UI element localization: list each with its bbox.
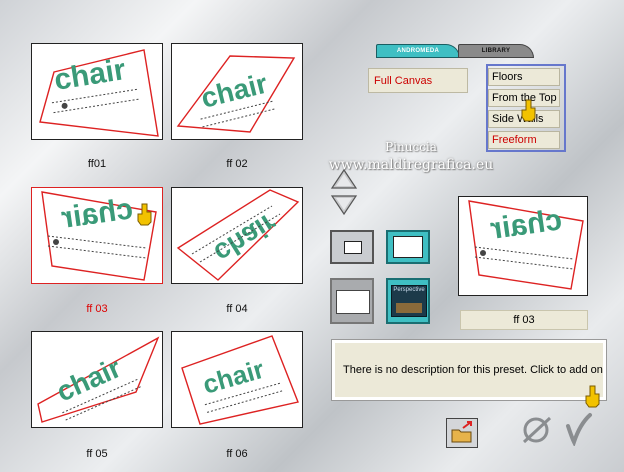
ok-checkmark-icon[interactable] [562,412,594,446]
view-preview-button[interactable] [330,278,374,324]
thumb-text: chair [198,68,271,114]
preset-thumbnail-ff03[interactable]: chair [31,187,163,284]
open-folder-button[interactable] [446,418,478,448]
scroll-up-button[interactable] [330,168,358,190]
thumb-text: chair [209,207,282,269]
preset-preview: chair [458,196,588,296]
pointing-hand-icon [585,385,600,408]
thumb-text: chair [52,53,128,97]
chair-illustration-icon: chair [176,55,296,133]
chair-illustration-icon: chair [176,189,300,281]
preview-thumb-icon [336,290,370,314]
thumb-text: chair [59,192,135,235]
pointing-hand-icon [521,99,536,122]
view-large-button[interactable] [386,230,430,264]
preset-thumbnail-ff06[interactable]: chair [171,331,303,428]
large-frame-icon [393,236,423,258]
chair-illustration-icon: chair [468,200,584,290]
chair-illustration-icon: chair [39,49,159,137]
preview-text: chair [488,203,564,246]
preset-name-field[interactable]: ff 03 [460,310,588,330]
preset-caption: ff 04 [226,303,248,315]
tab-andromeda[interactable]: ANDROMEDA [376,44,460,58]
small-frame-icon [344,241,362,254]
view-small-button[interactable] [330,230,374,264]
watermark-line-1: Pinuccia [385,140,437,154]
chair-illustration-icon: chair [37,336,160,423]
thumb-text: chair [199,354,267,400]
scroll-down-button[interactable] [330,194,358,216]
preset-thumbnail-ff02[interactable]: chair [171,43,303,140]
preset-caption: ff 02 [226,158,248,170]
open-folder-icon [451,421,472,443]
view-perspective-button[interactable]: Perspective [386,278,430,324]
description-field[interactable]: There is no description for this preset.… [331,339,607,401]
perspective-thumb-icon: Perspective [391,285,427,317]
preset-thumbnail-ff01[interactable]: chair [31,43,163,140]
preset-caption: ff 06 [226,448,248,460]
preset-thumbnail-ff04[interactable]: chair [171,187,303,284]
mode-field[interactable]: Full Canvas [368,68,468,93]
preset-library-window: chair ff01 chair ff 02 chair ff 03 chair… [0,0,624,472]
tab-library[interactable]: LIBRARY [458,44,534,58]
pointing-hand-icon [137,203,152,226]
preset-caption: ff 03 [86,303,108,315]
preset-caption: ff01 [87,158,107,170]
preset-thumbnail-ff05[interactable]: chair [31,331,163,428]
cancel-icon[interactable] [520,414,554,446]
preset-caption: ff 05 [86,448,108,460]
perspective-thumb-label: Perspective [393,287,425,293]
chair-illustration-icon: chair [181,335,299,425]
category-item-floors[interactable]: Floors [488,68,560,86]
